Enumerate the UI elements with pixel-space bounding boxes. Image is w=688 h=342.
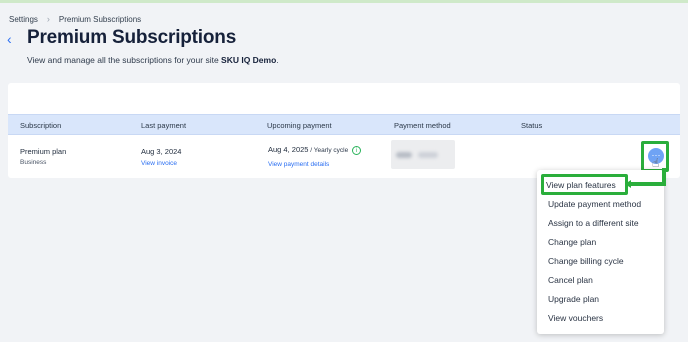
back-arrow-icon[interactable]: ‹ — [7, 31, 12, 47]
table-header: Subscription Last payment Upcoming payme… — [8, 114, 680, 135]
upcoming-payment: Aug 4, 2025 / Yearly cycle i — [268, 145, 362, 155]
subtitle-period: . — [276, 55, 279, 65]
breadcrumb-separator: › — [46, 14, 50, 24]
card-number-blur — [418, 152, 438, 158]
card-brand-blur — [396, 152, 412, 158]
column-payment-method: Payment method — [394, 121, 451, 130]
payment-method-blurred — [391, 140, 455, 169]
menu-item-upgrade-plan[interactable]: Upgrade plan — [548, 294, 599, 304]
plan-tier: Business — [20, 159, 47, 166]
upcoming-date: Aug 4, 2025 — [268, 145, 309, 154]
annotation-arrow-head — [625, 180, 631, 188]
column-last-payment: Last payment — [141, 121, 187, 130]
plan-name: Premium plan — [20, 147, 67, 156]
column-upcoming-payment: Upcoming payment — [267, 121, 332, 130]
menu-item-assign-site[interactable]: Assign to a different site — [548, 218, 639, 228]
menu-item-cancel-plan[interactable]: Cancel plan — [548, 275, 593, 285]
page-subtitle: View and manage all the subscriptions fo… — [27, 55, 279, 65]
menu-item-view-vouchers[interactable]: View vouchers — [548, 313, 603, 323]
site-name: SKU IQ Demo — [221, 55, 277, 65]
breadcrumb-current: Premium Subscriptions — [58, 14, 142, 24]
billing-cycle: Yearly cycle — [313, 147, 349, 154]
page-title: Premium Subscriptions — [27, 27, 237, 48]
menu-item-highlight — [541, 174, 628, 195]
column-subscription: Subscription — [20, 121, 62, 130]
top-strip — [0, 0, 688, 3]
breadcrumb-settings[interactable]: Settings — [9, 15, 38, 24]
hand-cursor-icon: ☝ — [652, 156, 660, 170]
column-status: Status — [521, 121, 543, 130]
subtitle-text: View and manage all the subscriptions fo… — [27, 55, 222, 65]
last-payment-date: Aug 3, 2024 — [141, 147, 182, 156]
view-invoice-link[interactable]: View invoice — [141, 160, 177, 167]
annotation-arrow-horizontal — [627, 182, 666, 186]
menu-item-update-payment-method[interactable]: Update payment method — [548, 199, 641, 209]
info-icon[interactable]: i — [352, 145, 362, 155]
breadcrumb: Settings › Premium Subscriptions — [9, 14, 141, 24]
view-payment-details-link[interactable]: View payment details — [268, 161, 329, 168]
menu-item-change-plan[interactable]: Change plan — [548, 237, 596, 247]
menu-item-change-billing-cycle[interactable]: Change billing cycle — [548, 256, 624, 266]
